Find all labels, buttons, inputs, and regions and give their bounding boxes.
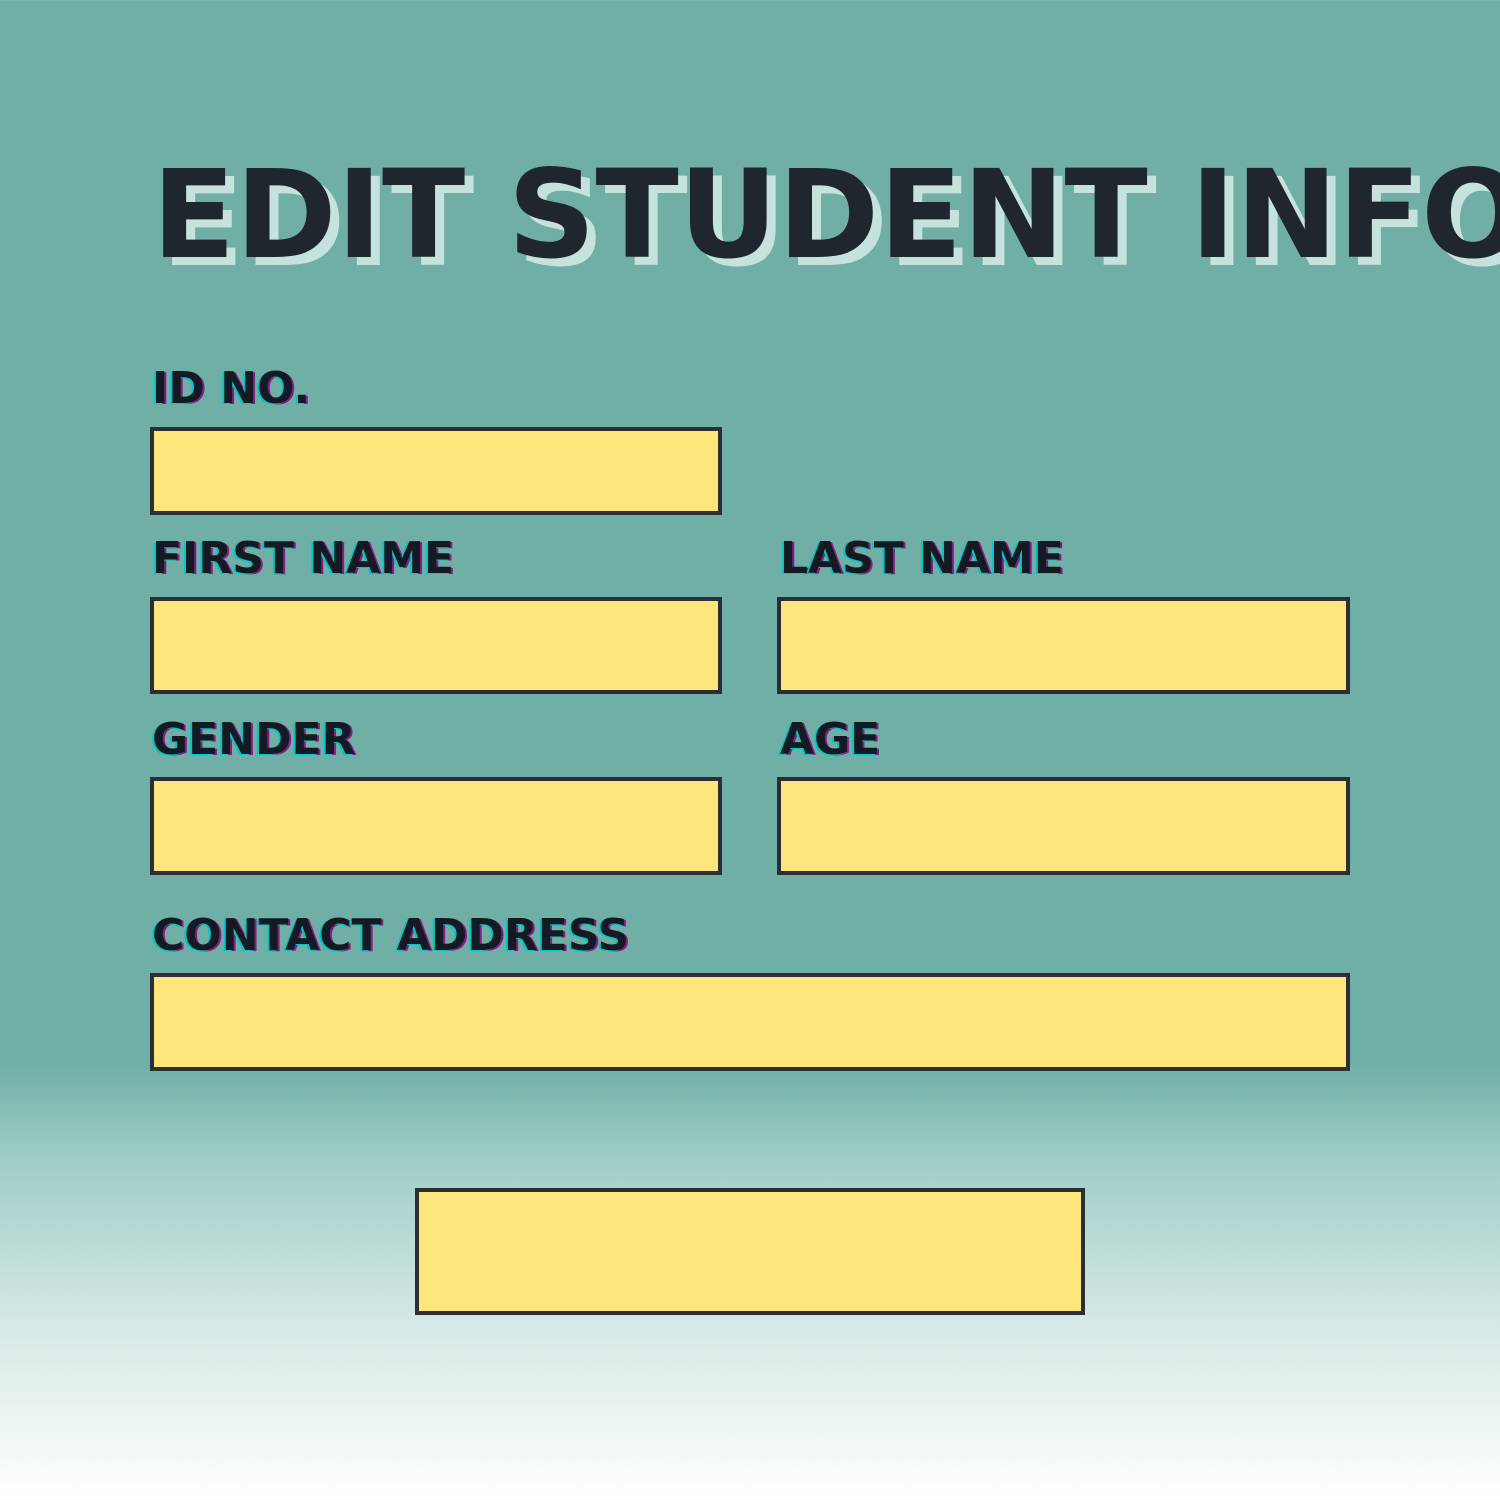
age-label: AGE (780, 714, 881, 765)
id-no-field[interactable] (150, 427, 722, 515)
submit-button[interactable] (415, 1188, 1085, 1315)
page-title: EDIT STUDENT INFO (152, 144, 1500, 286)
gender-label: GENDER (152, 714, 356, 765)
age-field[interactable] (777, 777, 1350, 875)
gender-field[interactable] (150, 777, 722, 875)
last-name-label: LAST NAME (780, 533, 1064, 584)
id-no-label: ID NO. (152, 363, 311, 414)
first-name-label: FIRST NAME (152, 533, 455, 584)
last-name-field[interactable] (777, 597, 1350, 694)
contact-address-field[interactable] (150, 973, 1350, 1071)
first-name-field[interactable] (150, 597, 722, 694)
contact-address-label: CONTACT ADDRESS (152, 910, 630, 961)
